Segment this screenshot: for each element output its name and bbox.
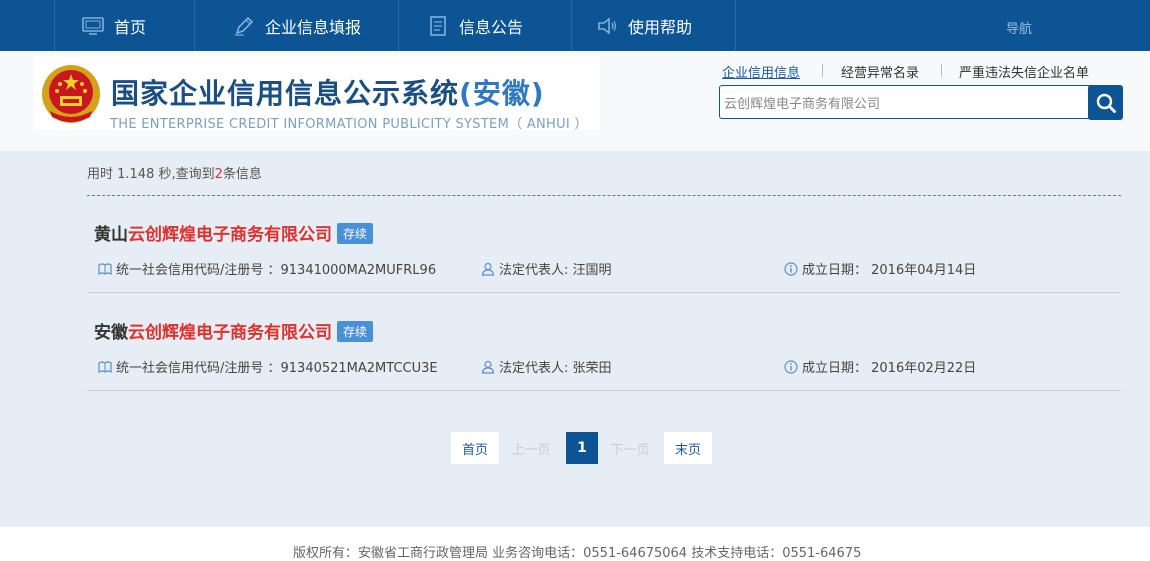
nav-item-help[interactable]: 使用帮助 bbox=[572, 0, 736, 51]
pagination-last[interactable]: 末页 bbox=[664, 432, 712, 464]
credit-code-text: 统一社会信用代码/注册号 ：91341000MA2MUFRL96 bbox=[116, 263, 437, 278]
header-links: 企业信用信息 经营异常名录 严重违法失信企业名单 bbox=[715, 62, 1125, 82]
monitor-icon bbox=[82, 16, 104, 36]
site-header: 国家企业信用信息公示系统(安徽) THE ENTERPRISE CREDIT I… bbox=[0, 51, 1150, 151]
search-button[interactable] bbox=[1088, 85, 1123, 120]
result-title-prefix: 安徽 bbox=[94, 323, 128, 343]
result-title-prefix: 黄山 bbox=[94, 225, 128, 245]
book-icon bbox=[98, 360, 112, 374]
stats-suffix: 条信息 bbox=[222, 167, 262, 182]
status-badge: 存续 bbox=[337, 223, 374, 244]
status-badge: 存续 bbox=[337, 321, 374, 342]
legal-representative-text: 法定代表人: 张荣田 bbox=[499, 361, 612, 376]
site-title: 国家企业信用信息公示系统(安徽) bbox=[111, 72, 545, 112]
pagination-next: 下一页 bbox=[610, 442, 650, 458]
legal-representative-text: 法定代表人: 汪国明 bbox=[499, 263, 612, 278]
person-icon bbox=[481, 360, 495, 374]
link-abnormal-list[interactable]: 经营异常名录 bbox=[841, 62, 919, 81]
credit-code: 统一社会信用代码/注册号 ：91341000MA2MUFRL96 bbox=[98, 259, 436, 278]
pagination-first[interactable]: 首页 bbox=[451, 432, 499, 464]
link-credit-info[interactable]: 企业信用信息 bbox=[722, 62, 800, 81]
search-input[interactable] bbox=[719, 85, 1091, 119]
search-stats: 用时 1.148 秒,查询到2条信息 bbox=[87, 163, 262, 182]
result-title[interactable]: 黄山云创辉煌电子商务有限公司 存续 bbox=[94, 220, 374, 245]
site-subtitle-en: THE ENTERPRISE CREDIT INFORMATION PUBLIC… bbox=[110, 117, 588, 132]
info-icon bbox=[784, 359, 798, 374]
top-navigation-bar: 首页 企业信息填报 信息公告 使用帮助 导航 bbox=[0, 0, 1150, 51]
legal-representative: 法定代表人: 汪国明 bbox=[481, 259, 612, 278]
nav-item-label: 首页 bbox=[114, 17, 147, 37]
result-item[interactable]: 安徽云创辉煌电子商务有限公司 存续 统一社会信用代码/注册号 ：91340521M… bbox=[87, 294, 1121, 391]
credit-code: 统一社会信用代码/注册号 ：91340521MA2MTCCU3E bbox=[98, 357, 438, 376]
stats-prefix: 用时 1.148 秒,查询到 bbox=[87, 167, 215, 182]
nav-item-announcements[interactable]: 信息公告 bbox=[399, 0, 572, 51]
person-icon bbox=[481, 262, 495, 276]
pen-icon bbox=[233, 16, 255, 36]
book-icon bbox=[98, 262, 112, 276]
establish-date: 成立日期： 2016年02月22日 bbox=[784, 357, 976, 376]
result-item[interactable]: 黄山云创辉煌电子商务有限公司 存续 统一社会信用代码/注册号 ：91341000M… bbox=[87, 196, 1121, 293]
pagination-current[interactable]: 1 bbox=[566, 432, 598, 464]
site-logo[interactable]: 国家企业信用信息公示系统(安徽) THE ENTERPRISE CREDIT I… bbox=[34, 57, 600, 132]
site-title-province: (安徽) bbox=[459, 77, 545, 110]
document-icon bbox=[427, 15, 449, 36]
nav-item-label: 信息公告 bbox=[459, 17, 524, 37]
search-bar bbox=[719, 85, 1123, 120]
divider bbox=[822, 64, 823, 77]
result-title-highlight: 云创辉煌电子商务有限公司 bbox=[128, 225, 332, 245]
footer-text: 版权所有：安徽省工商行政管理局 业务咨询电话：0551-64675064 技术支… bbox=[293, 546, 862, 561]
result-title-highlight: 云创辉煌电子商务有限公司 bbox=[128, 323, 332, 343]
establish-date-text: 成立日期： 2016年02月22日 bbox=[802, 361, 977, 376]
stats-count: 2 bbox=[214, 167, 223, 182]
national-emblem-icon bbox=[42, 65, 100, 123]
nav-item-home[interactable]: 首页 bbox=[54, 0, 195, 51]
nav-item-label: 使用帮助 bbox=[628, 17, 693, 37]
link-blacklist[interactable]: 严重违法失信企业名单 bbox=[959, 62, 1089, 81]
nav-guide-link[interactable]: 导航 bbox=[1006, 18, 1032, 37]
establish-date-text: 成立日期： 2016年04月14日 bbox=[802, 263, 977, 278]
credit-code-text: 统一社会信用代码/注册号 ：91340521MA2MTCCU3E bbox=[116, 361, 438, 376]
nav-item-company-report[interactable]: 企业信息填报 bbox=[195, 0, 399, 51]
result-title[interactable]: 安徽云创辉煌电子商务有限公司 存续 bbox=[94, 318, 374, 343]
establish-date: 成立日期： 2016年04月14日 bbox=[784, 259, 976, 278]
search-icon bbox=[1096, 93, 1116, 113]
site-footer: 版权所有：安徽省工商行政管理局 业务咨询电话：0551-64675064 技术支… bbox=[0, 527, 1150, 561]
pagination-prev: 上一页 bbox=[511, 442, 551, 458]
site-title-main: 国家企业信用信息公示系统 bbox=[111, 77, 460, 110]
divider bbox=[941, 64, 942, 77]
legal-representative: 法定代表人: 张荣田 bbox=[481, 357, 612, 376]
info-icon bbox=[784, 261, 798, 276]
nav-item-label: 企业信息填报 bbox=[265, 17, 362, 37]
speaker-icon bbox=[596, 16, 618, 36]
